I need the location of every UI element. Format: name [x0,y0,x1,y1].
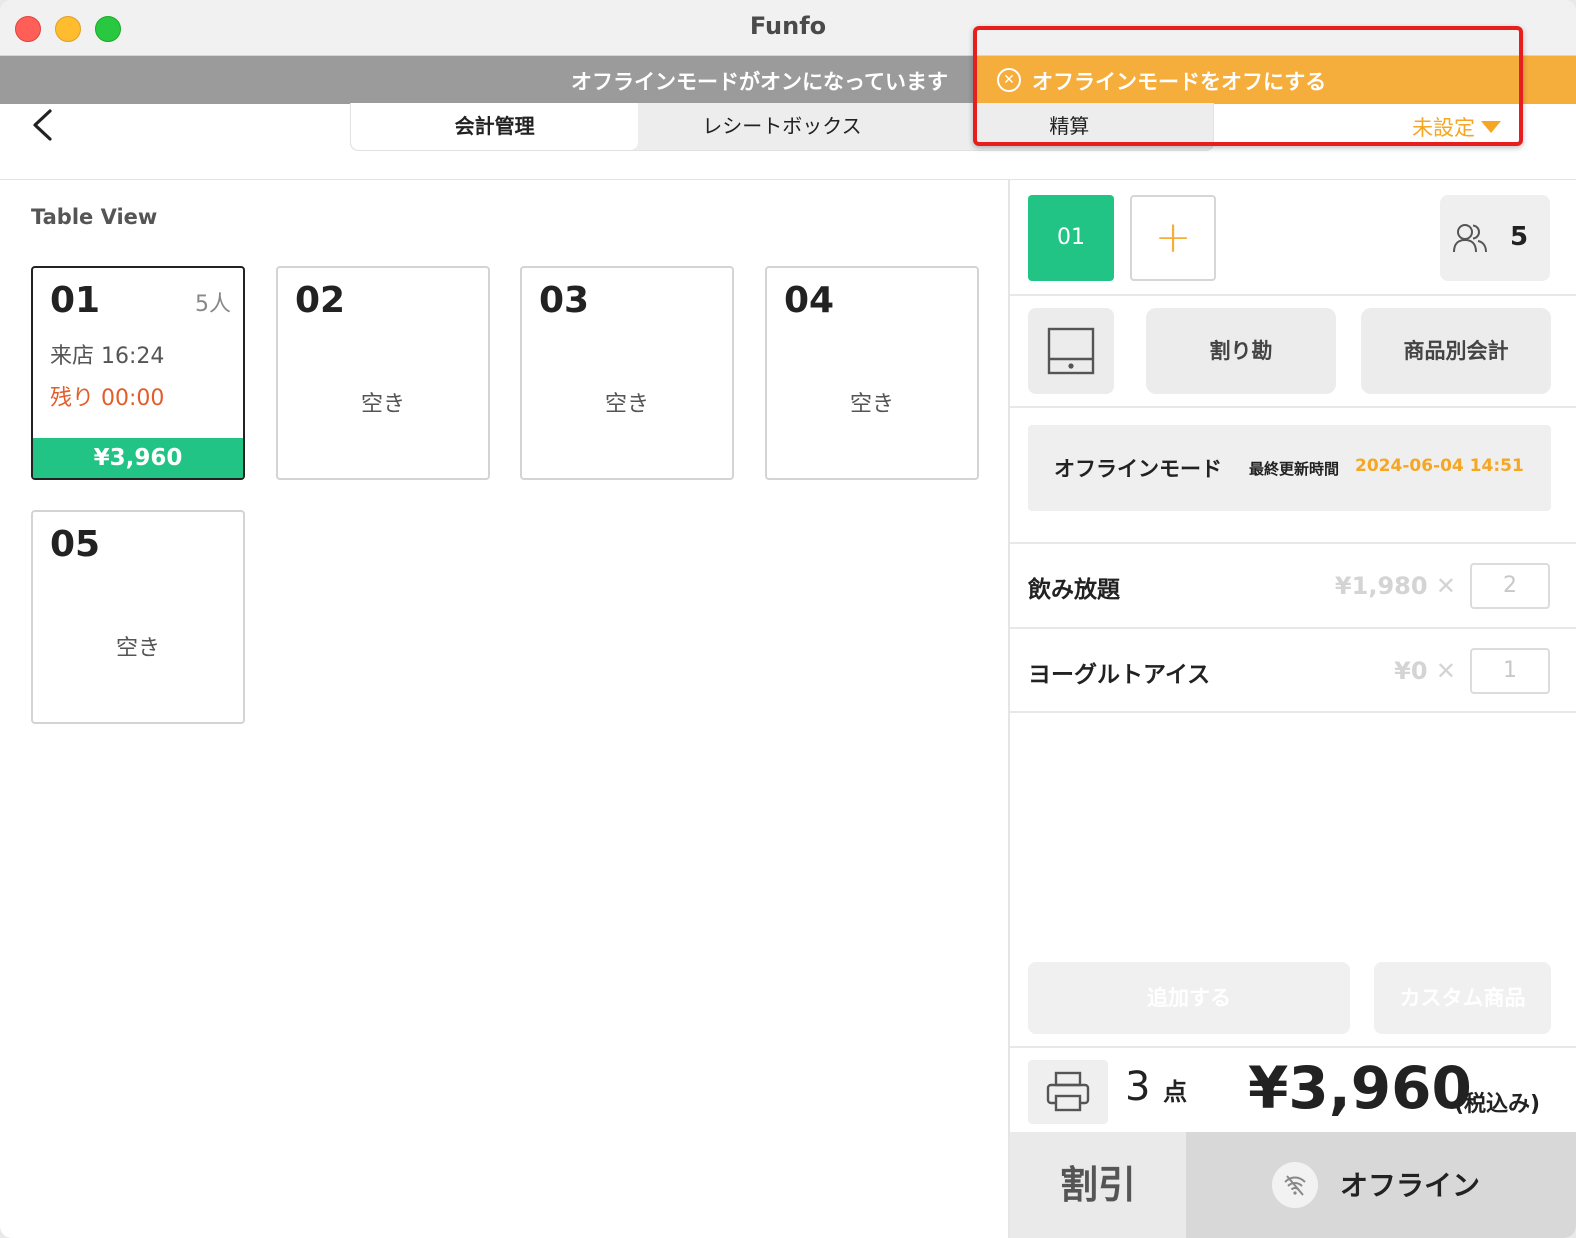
table-people: 5人 [195,292,231,317]
annotation-highlight-box [973,26,1523,146]
table-status: 空き [360,392,405,417]
order-total: ¥3,960 [1248,1054,1472,1122]
guest-count: 5 [1510,222,1529,252]
split-bill-button[interactable]: 割り勘 [1146,308,1336,394]
offline-mode-label: オフラインモード [1054,457,1222,481]
table-card-04[interactable]: 04 空き [765,266,979,480]
offline-banner: オフラインモードがオンになっています [0,56,976,104]
custom-item-button[interactable]: カスタム商品 [1374,962,1551,1034]
table-arrival-time: 来店 16:24 [50,344,165,369]
item-checkout-button[interactable]: 商品別会計 [1361,308,1551,394]
order-item-name: 飲み放題 [1028,577,1120,603]
table-remaining-time: 残り 00:00 [50,386,165,411]
item-count: 3 点 [1125,1064,1187,1110]
order-panel: 01 + 5 割り勘 商品別会計 オフラインモード 最終更新時間 2024-06… [1010,180,1576,1238]
discount-button[interactable]: 割引 [1010,1132,1186,1238]
table-number: 04 [784,280,835,321]
table-card-02[interactable]: 02 空き [276,266,490,480]
section-divider [1010,294,1576,296]
offline-banner-message: オフラインモードがオンになっています [571,70,948,94]
offline-mode-info: オフラインモード 最終更新時間 2024-06-04 14:51 [1028,425,1551,511]
table-number: 02 [295,280,346,321]
table-status: 空き [115,636,160,661]
tab-accounting[interactable]: 会計管理 [351,103,639,150]
table-view-title: Table View [31,205,158,229]
item-count-number: 3 [1125,1064,1151,1110]
order-item-price: ¥1,980 ✕ [1334,572,1456,600]
last-updated-label: 最終更新時間 [1249,460,1340,478]
order-item-qty[interactable]: 2 [1470,563,1550,609]
table-card-05[interactable]: 05 空き [31,510,245,724]
selected-table-button[interactable]: 01 [1028,195,1114,281]
wifi-off-icon [1272,1162,1318,1208]
table-card-03[interactable]: 03 空き [520,266,734,480]
tab-receipt-box[interactable]: レシートボックス [638,103,925,150]
last-updated-value: 2024-06-04 14:51 [1355,456,1524,476]
cash-drawer-icon [1047,327,1095,375]
table-card-01[interactable]: 01 5人 来店 16:24 残り 00:00 ¥3,960 [31,266,245,480]
table-number: 01 [50,280,101,321]
guest-count-button[interactable]: 5 [1440,195,1550,281]
table-amount: ¥3,960 [33,438,243,478]
cash-drawer-button[interactable] [1028,308,1114,394]
order-item[interactable]: ヨーグルトアイス ¥0 ✕ 1 [1010,627,1576,713]
order-item[interactable]: 飲み放題 ¥1,980 ✕ 2 [1010,542,1576,626]
people-icon [1453,224,1487,253]
table-number: 03 [539,280,590,321]
offline-button-label: オフライン [1340,1169,1481,1202]
offline-checkout-button[interactable]: オフライン [1186,1132,1576,1238]
table-status: 空き [849,392,894,417]
add-table-button[interactable]: + [1130,195,1216,281]
section-divider [1010,406,1576,408]
order-item-qty[interactable]: 1 [1470,648,1550,694]
back-chevron-icon[interactable] [30,108,62,144]
table-status: 空き [604,392,649,417]
table-number: 05 [50,524,101,565]
order-item-name: ヨーグルトアイス [1028,662,1211,688]
order-item-price: ¥0 ✕ [1394,657,1456,685]
printer-icon [1046,1071,1090,1112]
section-divider [1010,1046,1576,1048]
app-window: Funfo オフラインモードがオンになっています ✕ オフラインモードをオフにす… [0,0,1576,1238]
print-button[interactable] [1028,1060,1108,1124]
item-count-unit: 点 [1163,1078,1188,1106]
tax-note: (税込み) [1454,1092,1541,1117]
add-item-button[interactable]: 追加する [1028,962,1350,1034]
